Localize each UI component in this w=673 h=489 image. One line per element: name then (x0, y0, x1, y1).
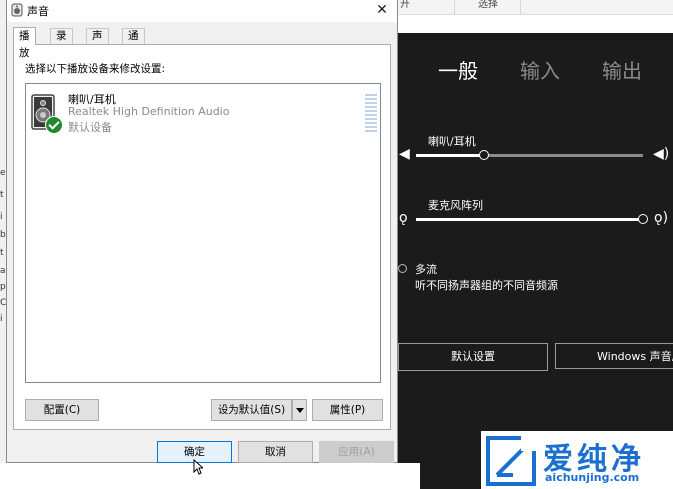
microphone-icon[interactable]: ǫ) (654, 210, 668, 226)
set-default-dropdown-arrow[interactable] (292, 399, 307, 421)
tab-general[interactable]: 一般 (438, 55, 478, 84)
properties-button[interactable]: 属性(P) (312, 399, 383, 421)
level-meter (365, 94, 377, 134)
edge-char: e (0, 168, 6, 178)
device-driver: Realtek High Definition Audio (68, 105, 230, 118)
divider (454, 0, 455, 14)
background-top-cell: 选择 (478, 0, 498, 10)
mic-volume-slider[interactable] (416, 218, 643, 221)
playback-panel: 选择以下播放设备来修改设置: 喇叭/耳机 Realtek High Defini… (13, 44, 391, 430)
tab-playback[interactable]: 播放 (13, 27, 36, 59)
set-default-button[interactable]: 设为默认值(S) (211, 399, 292, 421)
list-item[interactable]: 喇叭/耳机 Realtek High Definition Audio 默认设备 (30, 88, 377, 140)
speaker-icon (11, 3, 23, 17)
speaker-volume-slider[interactable] (416, 154, 643, 157)
configure-button[interactable]: 配置(C) (25, 399, 99, 421)
speaker-slider-thumb[interactable] (479, 150, 489, 160)
edge-char: t (0, 248, 4, 258)
tab-communications[interactable]: 通信 (122, 28, 145, 57)
background-top-bar: 开 选择 (398, 0, 673, 15)
tab-sounds[interactable]: 声音 (86, 28, 109, 57)
tab-recording[interactable]: 录制 (50, 28, 73, 57)
edge-char: b (0, 230, 6, 240)
background-top-cell: 开 (400, 0, 410, 10)
speaker-volume-icon[interactable]: ◀) (653, 146, 669, 162)
mouse-pointer-icon (193, 459, 203, 475)
background-strip (398, 15, 673, 33)
edge-char: t (0, 190, 4, 200)
close-button[interactable]: ✕ (371, 1, 393, 19)
default-settings-button[interactable]: 默认设置 (398, 343, 548, 371)
title-bar[interactable]: 声音 ✕ (7, 0, 397, 22)
multistream-title: 多流 (415, 263, 437, 276)
edge-char: i (0, 212, 3, 222)
cancel-button[interactable]: 取消 (238, 441, 313, 463)
multistream-description: 听不同扬声器组的不同音频源 (415, 279, 558, 292)
apply-button[interactable]: 应用(A) (319, 441, 394, 463)
mic-slider-label: 麦克风阵列 (428, 199, 483, 212)
windows-sound-properties-button[interactable]: Windows 声音属 (555, 343, 673, 369)
tab-output[interactable]: 输出 (602, 55, 642, 84)
divider (520, 0, 521, 14)
mic-slider-thumb[interactable] (638, 214, 648, 224)
device-status: 默认设备 (68, 121, 112, 134)
bottom-strip (0, 463, 420, 489)
instruction-text: 选择以下播放设备来修改设置: (25, 63, 166, 75)
microphone-mute-icon[interactable]: ǫ (399, 210, 408, 226)
speaker-slider-label: 喇叭/耳机 (428, 135, 476, 148)
device-list[interactable]: 喇叭/耳机 Realtek High Definition Audio 默认设备 (25, 83, 381, 383)
edge-char: p (0, 282, 6, 292)
speaker-mute-icon[interactable]: ◀ (399, 146, 410, 162)
sound-dialog: 声音 ✕ 播放 录制 声音 通信 选择以下播放设备来修改设置: 喇叭/耳机 Re… (6, 0, 398, 463)
dialog-title: 声音 (27, 5, 49, 18)
edge-char: i (0, 314, 3, 324)
close-icon: ✕ (376, 2, 388, 18)
multistream-radio[interactable] (398, 264, 407, 273)
edge-char: a (0, 266, 6, 276)
watermark: 爱纯净 aichunjing.com (481, 431, 673, 489)
brand-logo-icon (486, 435, 537, 486)
audio-app-panel: 一般 输入 输出 喇叭/耳机 ◀ ◀) 麦克风阵列 ǫ ǫ) 多流 听不同扬声器… (398, 33, 673, 489)
default-device-check-icon (45, 116, 63, 134)
tab-input[interactable]: 输入 (520, 55, 560, 84)
watermark-url: aichunjing.com (545, 471, 640, 484)
